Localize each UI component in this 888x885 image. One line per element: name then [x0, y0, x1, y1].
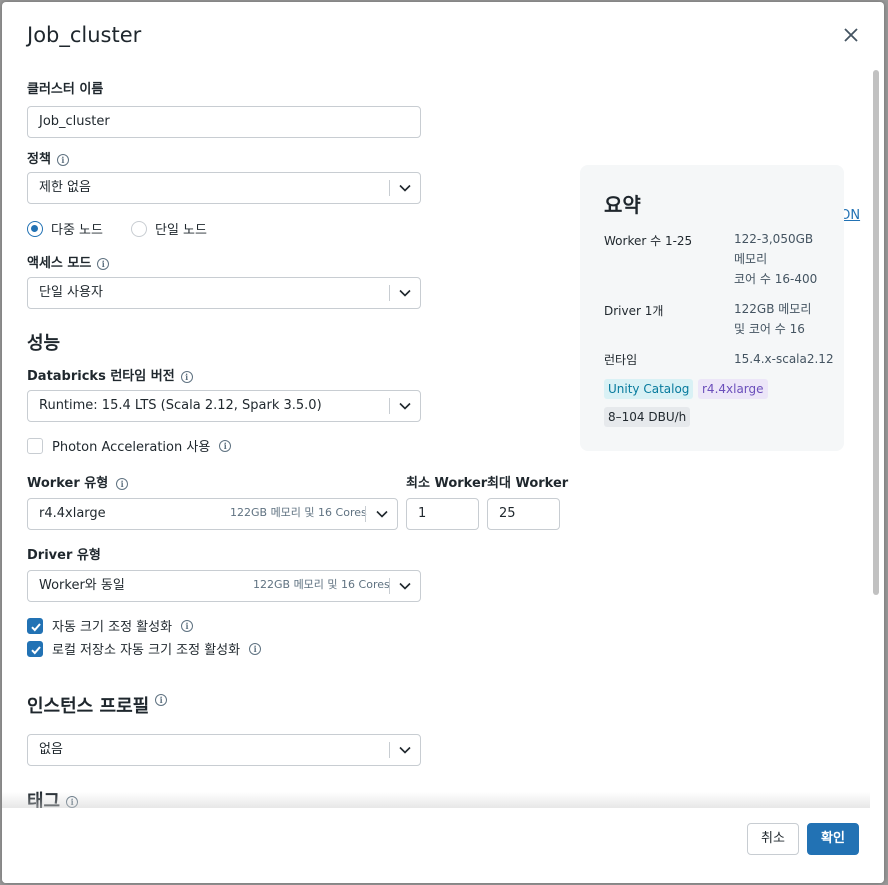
summary-driver-label: Driver 1개	[604, 304, 664, 318]
chevron-down-icon	[399, 184, 411, 192]
select-separator	[389, 578, 390, 594]
chevron-down-icon	[399, 289, 411, 297]
chevron-down-icon	[399, 402, 411, 410]
summary-worker-label: Worker 수 1-25	[604, 234, 693, 248]
summary-worker-memory: 122-3,050GB	[734, 232, 814, 246]
policy-label-text: 정책	[27, 152, 51, 167]
info-icon[interactable]: i	[97, 257, 110, 270]
worker-type-select-sub: 122GB 메모리 및 16 Cores	[230, 506, 367, 519]
checkbox-box	[27, 617, 43, 634]
info-icon[interactable]: i	[56, 153, 69, 166]
select-separator	[389, 180, 390, 196]
access-mode-label: 액세스 모드 i	[27, 252, 110, 271]
info-icon[interactable]: i	[116, 477, 129, 490]
driver-type-label: Driver 유형	[27, 548, 101, 563]
modal-body: 클러스터 이름 Job_cluster 정책 i 제한 없음 다중 노드 단일 노…	[2, 62, 870, 810]
min-worker-label: 최소 Worker	[406, 476, 488, 491]
info-icon[interactable]: i	[180, 370, 193, 383]
info-icon[interactable]: i	[249, 642, 262, 655]
radio-single-node[interactable]: 단일 노드	[131, 219, 207, 238]
min-worker-input[interactable]: 1	[406, 498, 479, 530]
select-separator	[389, 285, 390, 301]
radio-single-label: 단일 노드	[155, 223, 207, 238]
tag-unity-catalog: Unity Catalog	[604, 379, 694, 399]
access-mode-select-value: 단일 사용자	[39, 285, 103, 300]
info-icon[interactable]: i	[219, 439, 232, 452]
radio-multi-node[interactable]: 다중 노드	[27, 219, 103, 238]
cluster-modal: Job_cluster 클러스터 이름 Job_cluster 정책 i 제한 없…	[2, 2, 884, 883]
summary-worker-cores: 코어 수 16-400	[734, 272, 818, 286]
worker-type-select[interactable]: r4.4xlarge 122GB 메모리 및 16 Cores	[27, 498, 398, 530]
close-icon[interactable]	[840, 24, 862, 46]
runtime-label: Databricks 런타임 버전 i	[27, 365, 193, 384]
policy-select-value: 제한 없음	[39, 180, 91, 195]
radio-circle-single	[131, 220, 147, 237]
chevron-down-icon	[399, 582, 411, 590]
summary-driver-cores: 및 코어 수 16	[734, 322, 805, 336]
modal-title: Job_cluster	[27, 23, 142, 47]
local-storage-checkbox[interactable]: 로컬 저장소 자동 크기 조정 활성화 i	[27, 639, 262, 658]
max-worker-label: 최대 Worker	[487, 476, 569, 491]
runtime-select-value: Runtime: 15.4 LTS (Scala 2.12, Spark 3.5…	[39, 398, 322, 413]
summary-panel: 요약 Worker 수 1-25 122-3,050GB 메모리 코어 수 16…	[580, 165, 844, 451]
runtime-select[interactable]: Runtime: 15.4 LTS (Scala 2.12, Spark 3.5…	[27, 390, 421, 422]
autoscale-checkbox[interactable]: 자동 크기 조정 활성화 i	[27, 616, 194, 635]
instance-profile-heading: 인스턴스 프로필 i	[27, 692, 168, 718]
instance-profile-select-value: 없음	[39, 742, 63, 757]
tag-instance-type: r4.4xlarge	[698, 379, 768, 399]
driver-type-select-value: Worker와 동일	[39, 578, 125, 593]
autoscale-label: 자동 크기 조정 활성화	[52, 620, 173, 635]
summary-driver-memory: 122GB 메모리	[734, 302, 812, 316]
access-mode-label-text: 액세스 모드	[27, 256, 92, 271]
runtime-label-text: Databricks 런타임 버전	[27, 369, 175, 384]
chevron-down-icon	[376, 510, 388, 518]
policy-label: 정책 i	[27, 148, 69, 167]
worker-type-select-value: r4.4xlarge	[39, 506, 106, 521]
cluster-name-label: 클러스터 이름	[27, 82, 104, 97]
tag-dbu: 8–104 DBU/h	[604, 407, 691, 427]
ok-button[interactable]: 확인	[807, 823, 859, 855]
select-separator	[389, 398, 390, 414]
policy-select[interactable]: 제한 없음	[27, 172, 421, 204]
access-mode-select[interactable]: 단일 사용자	[27, 277, 421, 309]
chevron-down-icon	[399, 746, 411, 754]
cancel-button[interactable]: 취소	[747, 823, 799, 855]
instance-profile-heading-text: 인스턴스 프로필	[27, 696, 150, 717]
checkbox-box	[27, 640, 43, 657]
summary-runtime-value: 15.4.x-scala2.12	[734, 352, 834, 366]
summary-title: 요약	[604, 193, 641, 217]
driver-type-select[interactable]: Worker와 동일 122GB 메모리 및 16 Cores	[27, 570, 421, 602]
info-icon[interactable]: i	[181, 619, 194, 632]
photon-label: Photon Acceleration 사용	[52, 440, 211, 455]
driver-type-select-sub: 122GB 메모리 및 16 Cores	[253, 578, 390, 591]
worker-type-label: Worker 유형 i	[27, 472, 129, 491]
instance-profile-select[interactable]: 없음	[27, 734, 421, 766]
summary-worker-memory-unit: 메모리	[734, 252, 768, 266]
max-worker-input[interactable]: 25	[487, 498, 560, 530]
scroll-thumb[interactable]	[873, 70, 879, 595]
worker-type-label-text: Worker 유형	[27, 476, 109, 491]
select-separator	[389, 742, 390, 758]
local-storage-label: 로컬 저장소 자동 크기 조정 활성화	[52, 643, 241, 658]
checkbox-box	[27, 437, 43, 454]
info-icon[interactable]: i	[155, 694, 168, 706]
radio-multi-label: 다중 노드	[51, 223, 103, 238]
photon-checkbox[interactable]: Photon Acceleration 사용 i	[27, 436, 232, 455]
summary-runtime-label: 런타임	[604, 353, 638, 367]
cluster-name-input[interactable]: Job_cluster	[27, 106, 421, 138]
select-separator	[365, 506, 366, 522]
scrollbar[interactable]	[872, 64, 880, 810]
radio-circle-multi	[27, 220, 43, 237]
performance-heading: 성능	[27, 333, 61, 354]
